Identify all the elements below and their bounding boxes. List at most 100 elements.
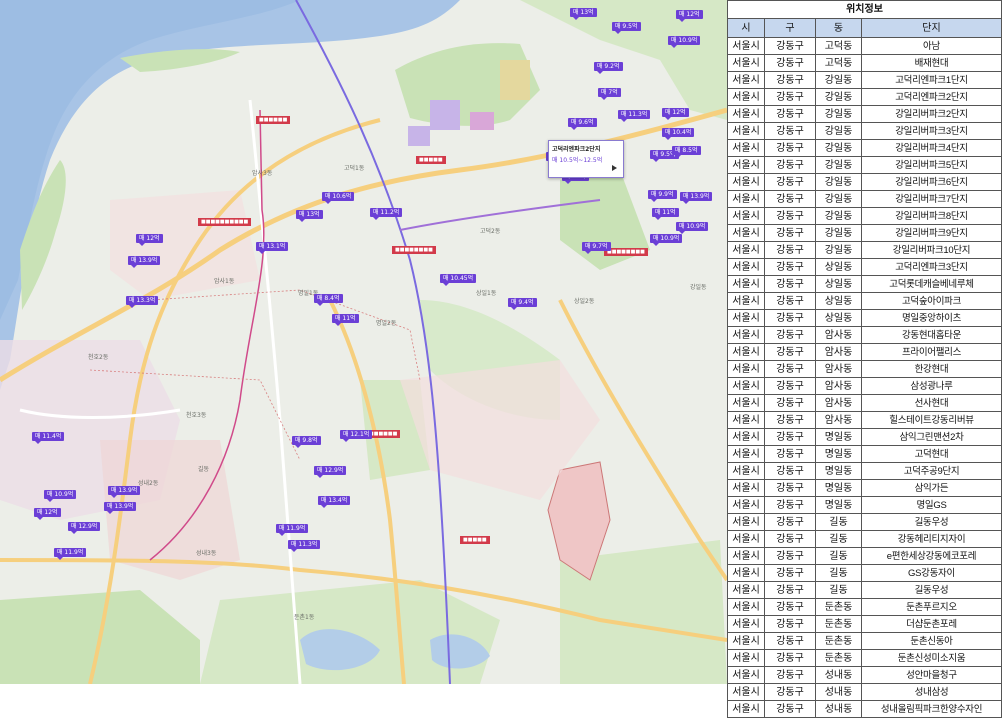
cell-gu: 강동구 <box>764 479 816 497</box>
play-icon[interactable] <box>612 165 617 171</box>
price-pin[interactable]: 매 9.5억 <box>612 22 641 34</box>
price-pin[interactable]: 매 10.9억 <box>668 36 701 48</box>
price-pin[interactable]: 매 13.9억 <box>108 486 141 498</box>
cell-gu: 강동구 <box>764 309 816 327</box>
cell-city: 서울시 <box>727 377 765 395</box>
price-pin[interactable]: 매 9.6억 <box>568 118 597 130</box>
district-label: 둔촌1동 <box>294 614 315 621</box>
price-pin[interactable]: 매 10.45억 <box>440 274 477 286</box>
price-pin[interactable]: 매 9.8억 <box>292 436 321 448</box>
station-marker[interactable]: ■■■■■■■■ <box>604 248 648 256</box>
price-pin[interactable]: 매 12억 <box>676 10 703 22</box>
cell-complex: 둔촌신성미소지움 <box>861 649 1002 667</box>
district-label: 암사3동 <box>252 170 273 177</box>
station-marker[interactable]: ■■■■■■■■■■ <box>198 218 252 226</box>
table-row: 서울시 강동구 암사동 프라이어팰리스 <box>727 343 1002 361</box>
cell-complex: 강일리버파크10단지 <box>861 241 1002 259</box>
price-pin[interactable]: 매 9.2억 <box>594 62 623 74</box>
cell-complex: 힐스테이트강동리버뷰 <box>861 411 1002 429</box>
price-pin[interactable]: 매 10.6억 <box>322 192 355 204</box>
cell-city: 서울시 <box>727 292 765 310</box>
cell-city: 서울시 <box>727 666 765 684</box>
price-pin[interactable]: 매 11억 <box>652 208 679 220</box>
price-pin[interactable]: 매 12.9억 <box>314 466 347 478</box>
cell-gu: 강동구 <box>764 377 816 395</box>
table-row: 서울시 강동구 둔촌동 둔촌푸르지오 <box>727 598 1002 616</box>
cell-city: 서울시 <box>727 462 765 480</box>
price-pin[interactable]: 매 13.9억 <box>680 192 713 204</box>
cell-city: 서울시 <box>727 564 765 582</box>
price-pin[interactable]: 매 11.3억 <box>288 540 321 552</box>
district-label: 길동 <box>198 466 210 473</box>
price-pin[interactable]: 매 13억 <box>570 8 597 20</box>
price-pin[interactable]: 매 10.4억 <box>662 128 695 140</box>
cell-city: 서울시 <box>727 360 765 378</box>
cell-city: 서울시 <box>727 445 765 463</box>
price-pin[interactable]: 매 11.2억 <box>370 208 403 220</box>
price-pin[interactable]: 매 9.7억 <box>582 242 611 254</box>
cell-complex: 고덕숲아이파크 <box>861 292 1002 310</box>
price-pin[interactable]: 매 11억 <box>332 314 359 326</box>
cell-dong: 강일동 <box>815 88 862 106</box>
price-pin[interactable]: 매 13.1억 <box>256 242 289 254</box>
cell-gu: 강동구 <box>764 258 816 276</box>
price-pin[interactable]: 매 11.9억 <box>54 548 87 560</box>
price-pin[interactable]: 매 9.9억 <box>648 190 677 202</box>
cell-dong: 길동 <box>815 547 862 565</box>
price-pin[interactable]: 매 12억 <box>136 234 163 246</box>
price-pin[interactable]: 매 13.9억 <box>128 256 161 268</box>
price-pin[interactable]: 매 12억 <box>34 508 61 520</box>
price-pin[interactable]: 매 11.3억 <box>618 110 651 122</box>
district-label: 고덕2동 <box>480 228 501 235</box>
cell-city: 서울시 <box>727 275 765 293</box>
cell-dong: 고덕동 <box>815 54 862 72</box>
table-row: 서울시 강동구 강일동 강일리버파크7단지 <box>727 190 1002 208</box>
table-row: 서울시 강동구 길동 길동우성 <box>727 513 1002 531</box>
price-pin[interactable]: 매 11.4억 <box>32 432 65 444</box>
cell-city: 서울시 <box>727 190 765 208</box>
cell-gu: 강동구 <box>764 530 816 548</box>
cell-complex: 강일리버파크3단지 <box>861 122 1002 140</box>
cell-dong: 강일동 <box>815 156 862 174</box>
cell-city: 서울시 <box>727 530 765 548</box>
price-pin[interactable]: 매 8.5억 <box>672 146 701 158</box>
district-label: 상일1동 <box>476 290 497 297</box>
cell-dong: 둔촌동 <box>815 649 862 667</box>
cell-complex: 명일GS <box>861 496 1002 514</box>
price-pin[interactable]: 매 12억 <box>662 108 689 120</box>
price-pin[interactable]: 매 10.9억 <box>676 222 709 234</box>
cell-dong: 명일동 <box>815 445 862 463</box>
complex-popup[interactable]: 고덕리엔파크2단지 매 10.5억~12.5억 <box>548 140 624 178</box>
station-marker[interactable]: ■■■■■ <box>460 536 490 544</box>
district-label: 천호2동 <box>88 354 109 361</box>
price-pin[interactable]: 매 10.9억 <box>44 490 77 502</box>
price-pin[interactable]: 매 13.9억 <box>104 502 137 514</box>
cell-complex: 강일리버파크9단지 <box>861 224 1002 242</box>
price-pin[interactable]: 매 7억 <box>598 88 621 100</box>
cell-dong: 암사동 <box>815 326 862 344</box>
cell-dong: 암사동 <box>815 377 862 395</box>
station-marker[interactable]: ■■■■■ <box>416 156 446 164</box>
cell-complex: 길동우성 <box>861 581 1002 599</box>
price-pin[interactable]: 매 8.4억 <box>314 294 343 306</box>
cell-complex: 한강현대 <box>861 360 1002 378</box>
cell-gu: 강동구 <box>764 513 816 531</box>
price-pin[interactable]: 매 13.4억 <box>318 496 351 508</box>
cell-dong: 길동 <box>815 530 862 548</box>
map-panel[interactable]: 암사3동 암사1동 천호2동 천호3동 성내2동 성내3동 고덕1동 고덕2동 … <box>0 0 727 684</box>
table-row: 서울시 강동구 상일동 고덕리엔파크3단지 <box>727 258 1002 276</box>
price-pin[interactable]: 매 10.9억 <box>650 234 683 246</box>
cell-complex: 더샵둔촌포레 <box>861 615 1002 633</box>
cell-gu: 강동구 <box>764 683 816 701</box>
price-pin[interactable]: 매 12.1억 <box>340 430 373 442</box>
price-pin[interactable]: 매 13억 <box>296 210 323 222</box>
price-pin[interactable]: 매 13.3억 <box>126 296 159 308</box>
cell-gu: 강동구 <box>764 122 816 140</box>
price-pin[interactable]: 매 9.4억 <box>508 298 537 310</box>
price-pin[interactable]: 매 12.9억 <box>68 522 101 534</box>
station-marker[interactable]: ■■■■■■ <box>256 116 291 124</box>
cell-dong: 성내동 <box>815 683 862 701</box>
cell-complex: 고덕리엔파크1단지 <box>861 71 1002 89</box>
price-pin[interactable]: 매 11.9억 <box>276 524 309 536</box>
station-marker[interactable]: ■■■■■■■■ <box>392 246 436 254</box>
